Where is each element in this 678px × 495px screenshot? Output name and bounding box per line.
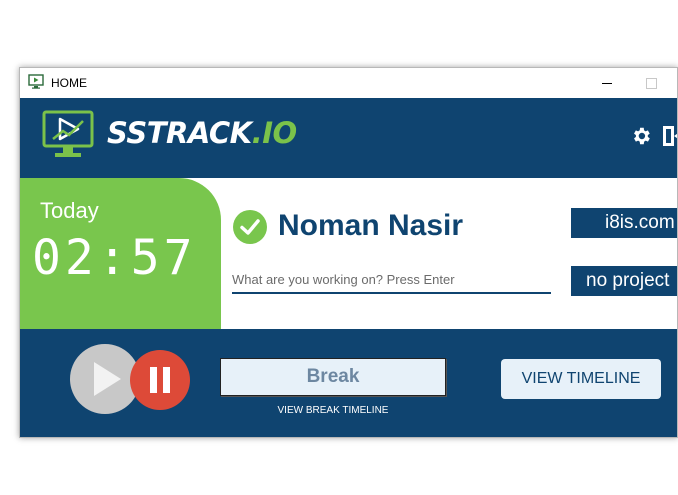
project-badge[interactable]: no project bbox=[571, 266, 677, 296]
exit-icon[interactable] bbox=[662, 125, 678, 147]
pause-icon bbox=[149, 367, 171, 393]
app-window: HOME SSTRACK.IO Today 02:57 Noman Nasir … bbox=[19, 67, 678, 438]
app-monitor-icon bbox=[28, 74, 44, 89]
brand-logo: SSTRACK.IO bbox=[107, 116, 297, 150]
app-header: SSTRACK.IO bbox=[20, 98, 677, 178]
check-circle-icon bbox=[233, 210, 267, 244]
task-input[interactable] bbox=[232, 266, 551, 294]
gear-icon[interactable] bbox=[630, 125, 652, 147]
user-name: Noman Nasir bbox=[278, 209, 464, 242]
brand-accent-text: .IO bbox=[251, 116, 297, 150]
title-bar: HOME bbox=[20, 68, 677, 98]
status-section: Today 02:57 Noman Nasir i8is.com no proj… bbox=[20, 178, 677, 329]
today-label: Today bbox=[40, 198, 99, 223]
play-icon bbox=[94, 362, 121, 396]
logo-monitor-icon bbox=[42, 110, 94, 157]
controls-section: Break VIEW BREAK TIMELINE VIEW TIMELINE bbox=[20, 329, 677, 437]
window-title: HOME bbox=[51, 76, 87, 90]
maximize-button[interactable] bbox=[640, 73, 668, 93]
break-button[interactable]: Break bbox=[220, 358, 446, 396]
today-panel: Today 02:57 bbox=[20, 178, 221, 329]
company-badge[interactable]: i8is.com bbox=[571, 208, 677, 238]
pause-button[interactable] bbox=[130, 350, 190, 410]
brand-main-text: SSTRACK bbox=[107, 116, 252, 150]
view-timeline-button[interactable]: VIEW TIMELINE bbox=[501, 359, 661, 399]
view-break-timeline-link[interactable]: VIEW BREAK TIMELINE bbox=[220, 405, 446, 416]
minimize-button[interactable] bbox=[594, 73, 622, 93]
timer-display: 02:57 bbox=[32, 230, 197, 286]
